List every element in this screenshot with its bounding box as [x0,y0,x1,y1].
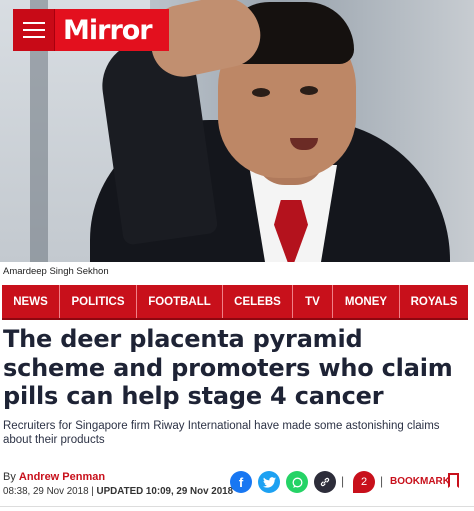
link-icon[interactable] [314,471,336,493]
byline: By Andrew Penman [3,471,105,483]
left-eye [252,88,270,97]
divider [0,506,474,507]
nav-item-money[interactable]: MONEY [333,285,400,318]
nav-item-tv[interactable]: TV [293,285,333,318]
comments-count-icon[interactable]: 2 [353,471,375,493]
mirror-logo[interactable]: Mirror [55,15,153,46]
published-time: 08:38, 29 Nov 2018 [3,486,89,497]
hamburger-menu-icon[interactable] [13,9,55,51]
nav-item-football[interactable]: FOOTBALL [137,285,223,318]
updated-time: 10:09, 29 Nov 2018 [145,486,234,497]
right-eye [300,86,318,95]
section-nav: NEWS POLITICS FOOTBALL CELEBS TV MONEY R… [2,285,468,320]
bookmark-icon[interactable] [448,473,459,488]
separator: | [380,474,384,488]
updated-label: UPDATED [96,486,144,497]
author-link[interactable]: Andrew Penman [19,471,105,483]
masthead: Mirror [13,9,169,51]
nav-item-news[interactable]: NEWS [2,285,60,318]
byline-prefix: By [3,471,16,483]
image-caption: Amardeep Singh Sekhon [3,266,109,277]
nav-item-royals[interactable]: ROYALS [400,285,468,318]
nav-item-politics[interactable]: POLITICS [60,285,137,318]
separator: | [341,474,345,488]
twitter-icon[interactable] [258,471,280,493]
article-headline: The deer placenta pyramid scheme and pro… [3,325,453,410]
article-standfirst: Recruiters for Singapore firm Riway Inte… [3,420,440,446]
facebook-icon[interactable]: f [230,471,252,493]
whatsapp-icon[interactable] [286,471,308,493]
bookmark-button[interactable]: BOOKMARK [390,476,450,487]
nav-item-celebs[interactable]: CELEBS [223,285,293,318]
article-dates: 08:38, 29 Nov 2018 | UPDATED 10:09, 29 N… [3,486,234,497]
